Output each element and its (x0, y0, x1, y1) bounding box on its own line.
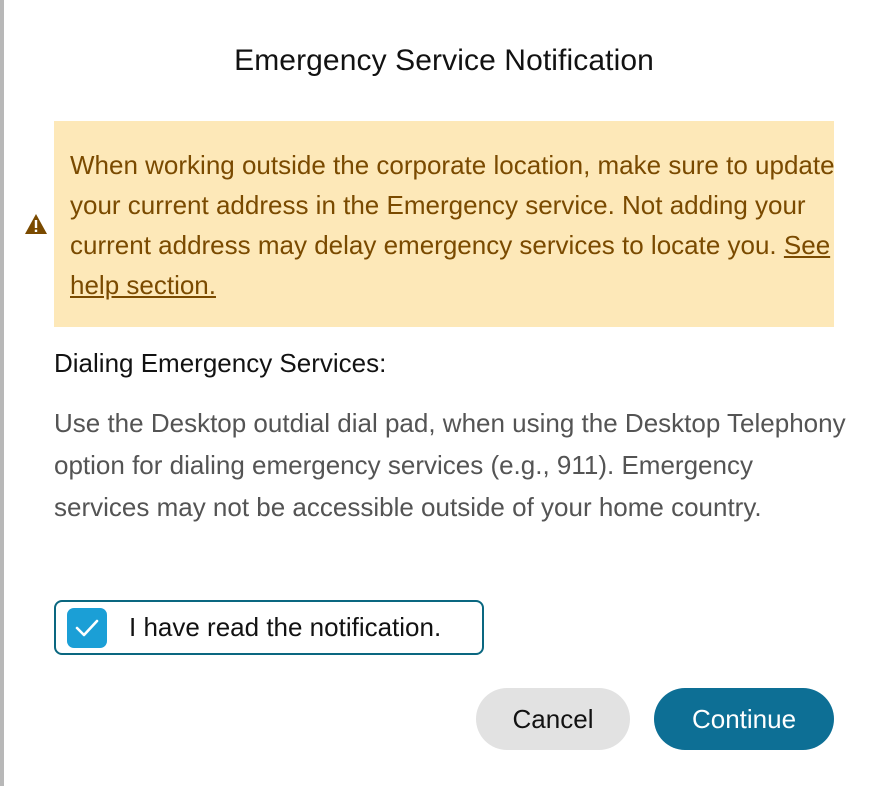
warning-message: When working outside the corporate locat… (70, 145, 850, 305)
checkbox-checked[interactable] (67, 607, 107, 648)
warning-text: When working outside the corporate locat… (70, 150, 835, 260)
warning-triangle-icon (24, 213, 48, 235)
checkmark-icon (75, 619, 99, 636)
cancel-button[interactable]: Cancel (476, 688, 630, 750)
emergency-notification-dialog: Emergency Service Notification When work… (0, 0, 878, 786)
continue-button[interactable]: Continue (654, 688, 834, 750)
section-body: Use the Desktop outdial dial pad, when u… (54, 408, 846, 522)
acknowledge-label: I have read the notification. (129, 612, 442, 642)
warning-banner: When working outside the corporate locat… (54, 121, 835, 327)
section-heading: Dialing Emergency Services: (54, 348, 387, 378)
dialog-title: Emergency Service Notification (234, 44, 654, 77)
acknowledge-checkbox[interactable]: I have read the notification. (54, 600, 484, 655)
